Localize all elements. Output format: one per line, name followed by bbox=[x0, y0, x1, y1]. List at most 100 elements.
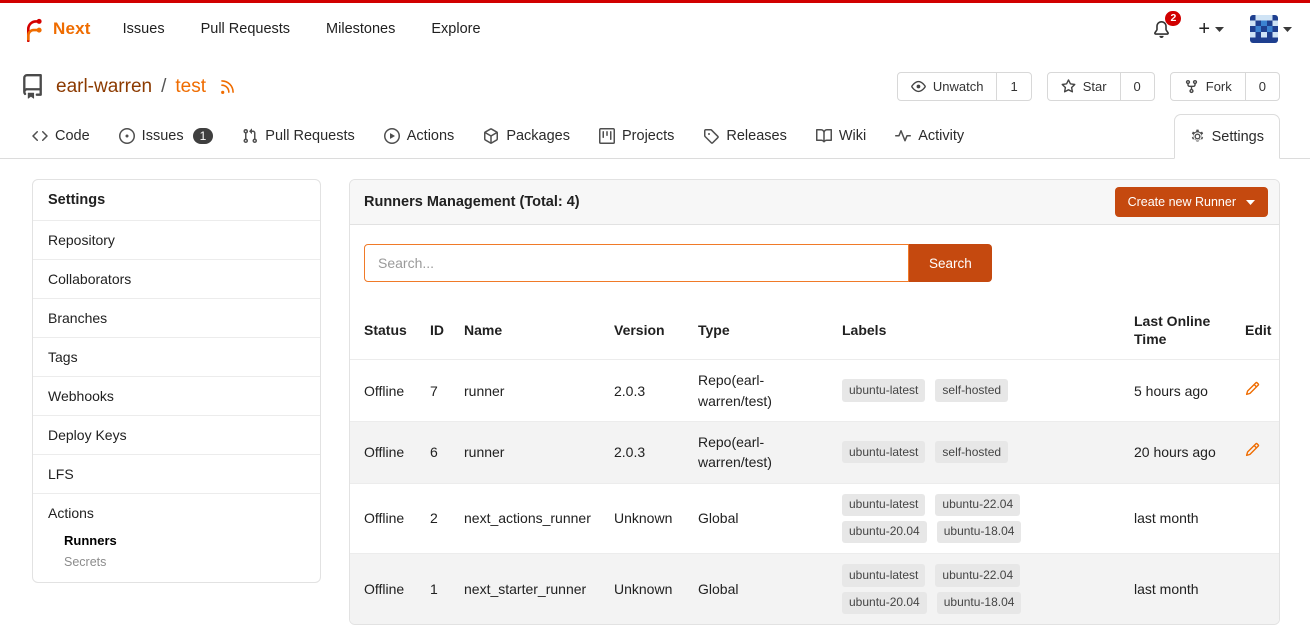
sidebar-item-lfs[interactable]: LFS bbox=[33, 454, 320, 493]
runner-label: ubuntu-18.04 bbox=[937, 592, 1022, 614]
repo-tabs: Code Issues 1 Pull Requests Actions Pack… bbox=[0, 114, 1310, 159]
runner-labels: ubuntu-latest self-hosted bbox=[842, 441, 1114, 463]
tab-label: Settings bbox=[1212, 129, 1264, 145]
sidebar-item-runners[interactable]: Runners bbox=[33, 532, 320, 555]
tab-projects[interactable]: Projects bbox=[599, 114, 674, 158]
runner-name: next_starter_runner bbox=[454, 554, 604, 624]
runners-header: Runners Management (Total: 4) Create new… bbox=[350, 180, 1279, 225]
issues-count-badge: 1 bbox=[193, 128, 214, 144]
runner-label: ubuntu-20.04 bbox=[842, 592, 927, 614]
repo-actions: Unwatch 1 Star 0 Fork 0 bbox=[897, 72, 1280, 101]
nav-item-explore[interactable]: Explore bbox=[413, 13, 498, 45]
repo-name-link[interactable]: test bbox=[175, 76, 206, 98]
issue-icon bbox=[119, 128, 135, 144]
star-button[interactable]: Star bbox=[1048, 73, 1120, 100]
tab-actions[interactable]: Actions bbox=[384, 114, 455, 158]
brand-link[interactable]: Next bbox=[18, 16, 91, 42]
runner-label: self-hosted bbox=[935, 441, 1008, 463]
repo-header: earl-warren / test Unwatch 1 Star 0 Fork bbox=[0, 55, 1310, 114]
runner-labels: ubuntu-latest ubuntu-22.04 ubuntu-20.04 … bbox=[842, 564, 1114, 614]
col-id: ID bbox=[420, 301, 454, 360]
code-icon bbox=[32, 128, 48, 144]
star-label: Star bbox=[1083, 79, 1107, 94]
user-menu-button[interactable] bbox=[1250, 15, 1292, 43]
eye-icon bbox=[911, 79, 926, 94]
tab-code[interactable]: Code bbox=[32, 114, 90, 158]
runner-id: 6 bbox=[420, 421, 454, 483]
tab-pull-requests[interactable]: Pull Requests bbox=[242, 114, 354, 158]
notification-badge: 2 bbox=[1165, 11, 1181, 27]
sidebar-item-repository[interactable]: Repository bbox=[33, 220, 320, 259]
sidebar-item-tags[interactable]: Tags bbox=[33, 337, 320, 376]
runner-status: Offline bbox=[350, 554, 420, 624]
runner-version: Unknown bbox=[604, 554, 688, 624]
tab-settings[interactable]: Settings bbox=[1174, 114, 1280, 159]
rss-feed-button[interactable] bbox=[219, 78, 236, 95]
search-input[interactable] bbox=[364, 244, 909, 282]
runner-name: next_actions_runner bbox=[454, 483, 604, 554]
tab-wiki[interactable]: Wiki bbox=[816, 114, 866, 158]
col-type: Type bbox=[688, 301, 832, 360]
col-status: Status bbox=[350, 301, 420, 360]
plus-icon: + bbox=[1198, 19, 1210, 39]
runner-version: 2.0.3 bbox=[604, 421, 688, 483]
runner-label: ubuntu-18.04 bbox=[937, 521, 1022, 543]
tab-packages[interactable]: Packages bbox=[483, 114, 570, 158]
play-icon bbox=[384, 128, 400, 144]
sidebar-item-deploy-keys[interactable]: Deploy Keys bbox=[33, 415, 320, 454]
pulse-icon bbox=[895, 128, 911, 144]
sidebar-item-actions[interactable]: Actions bbox=[33, 493, 320, 532]
sidebar-item-secrets[interactable]: Secrets bbox=[33, 555, 320, 582]
runner-last-online: 20 hours ago bbox=[1124, 421, 1235, 483]
runner-label: self-hosted bbox=[935, 379, 1008, 401]
nav-item-pull-requests[interactable]: Pull Requests bbox=[183, 13, 308, 45]
runner-name: runner bbox=[454, 360, 604, 422]
gear-icon bbox=[1190, 129, 1205, 144]
nav-item-milestones[interactable]: Milestones bbox=[308, 13, 413, 45]
sidebar-item-branches[interactable]: Branches bbox=[33, 298, 320, 337]
caret-down-icon bbox=[1246, 200, 1255, 205]
tag-icon bbox=[703, 128, 719, 144]
tab-activity[interactable]: Activity bbox=[895, 114, 964, 158]
fork-group: Fork 0 bbox=[1170, 72, 1280, 101]
create-runner-button[interactable]: Create new Runner bbox=[1115, 187, 1268, 217]
runner-last-online: last month bbox=[1124, 483, 1235, 554]
tab-label: Pull Requests bbox=[265, 128, 354, 144]
search-button[interactable]: Search bbox=[909, 244, 992, 282]
book-icon bbox=[816, 128, 832, 144]
nav-item-issues[interactable]: Issues bbox=[105, 13, 183, 45]
runner-id: 7 bbox=[420, 360, 454, 422]
tab-issues[interactable]: Issues 1 bbox=[119, 114, 214, 158]
repo-separator: / bbox=[161, 76, 166, 98]
sidebar-item-collaborators[interactable]: Collaborators bbox=[33, 259, 320, 298]
watch-group: Unwatch 1 bbox=[897, 72, 1032, 101]
edit-runner-button[interactable] bbox=[1245, 442, 1260, 457]
settings-sidebar: Settings Repository Collaborators Branch… bbox=[32, 179, 321, 583]
navbar: Next Issues Pull Requests Milestones Exp… bbox=[0, 3, 1310, 55]
runner-type: Repo(earl-warren/test) bbox=[688, 360, 832, 422]
fork-count[interactable]: 0 bbox=[1245, 73, 1279, 100]
tab-label: Actions bbox=[407, 128, 455, 144]
runner-last-online: 5 hours ago bbox=[1124, 360, 1235, 422]
repo-owner-link[interactable]: earl-warren bbox=[56, 76, 152, 98]
forgejo-logo bbox=[18, 16, 44, 42]
project-icon bbox=[599, 128, 615, 144]
repo-title: earl-warren / test bbox=[56, 76, 236, 98]
col-version: Version bbox=[604, 301, 688, 360]
create-runner-label: Create new Runner bbox=[1128, 195, 1236, 209]
runner-label: ubuntu-22.04 bbox=[935, 494, 1020, 516]
star-group: Star 0 bbox=[1047, 72, 1155, 101]
runner-id: 2 bbox=[420, 483, 454, 554]
sidebar-item-webhooks[interactable]: Webhooks bbox=[33, 376, 320, 415]
unwatch-button[interactable]: Unwatch bbox=[898, 73, 997, 100]
tab-releases[interactable]: Releases bbox=[703, 114, 786, 158]
fork-button[interactable]: Fork bbox=[1171, 73, 1245, 100]
watch-count[interactable]: 1 bbox=[996, 73, 1030, 100]
edit-runner-button[interactable] bbox=[1245, 381, 1260, 396]
runners-table: Status ID Name Version Type Labels Last … bbox=[350, 301, 1279, 624]
tab-label: Code bbox=[55, 128, 90, 144]
notifications-button[interactable]: 2 bbox=[1151, 19, 1172, 40]
runner-type: Global bbox=[688, 483, 832, 554]
star-count[interactable]: 0 bbox=[1120, 73, 1154, 100]
create-menu-button[interactable]: + bbox=[1198, 19, 1224, 39]
